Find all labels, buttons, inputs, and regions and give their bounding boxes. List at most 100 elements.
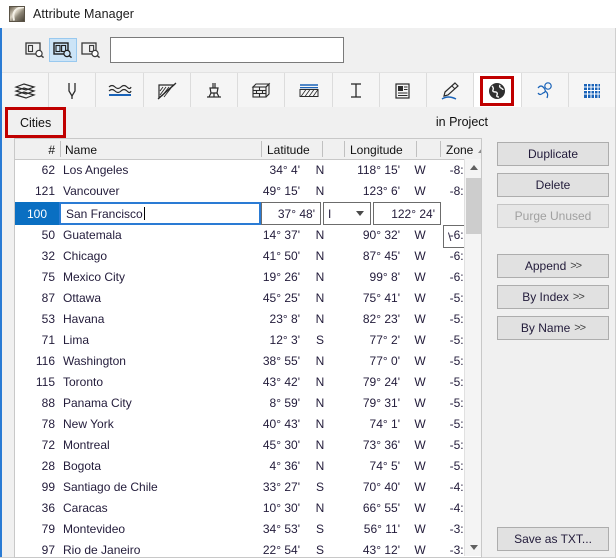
- table-row[interactable]: 116Washington38° 55'N77° 0'W-5:00: [15, 351, 481, 372]
- sort-ascending-icon: [478, 147, 481, 153]
- column-header-name[interactable]: Name: [65, 141, 97, 159]
- table-row[interactable]: 97Rio de Janeiro22° 54'S43° 12'W-3:00: [15, 540, 481, 557]
- latitude-edit-input[interactable]: 37° 48': [261, 202, 321, 225]
- table-row-editing[interactable]: 100San Francisco37° 48'I122° 24'\(...a: [15, 202, 481, 248]
- cell-longitude-hemisphere: W: [414, 417, 426, 431]
- tab-strip: Cities in Project: [2, 107, 615, 138]
- cell-latitude-hemisphere: N: [315, 249, 325, 263]
- cell-index: 28: [41, 459, 55, 473]
- cell-index: 36: [41, 501, 55, 515]
- cell-longitude-hemisphere: W: [414, 163, 426, 177]
- grid-icon[interactable]: [569, 73, 615, 108]
- search-right-pane-icon[interactable]: [77, 38, 105, 62]
- by-index-button[interactable]: By Index >>: [497, 285, 609, 309]
- table-row[interactable]: 78New York40° 43'N74° 1'W-5:00: [15, 414, 481, 435]
- table-row[interactable]: 71Lima12° 3'S77° 2'W-5:00: [15, 330, 481, 351]
- column-header-index[interactable]: #: [23, 141, 55, 159]
- scroll-up-button[interactable]: [465, 159, 481, 176]
- table-row[interactable]: 87Ottawa45° 25'N75° 41'W-5:00: [15, 288, 481, 309]
- table-row[interactable]: 28Bogota4° 36'N74° 5'W-5:00: [15, 456, 481, 477]
- cell-longitude: 75° 41': [362, 291, 400, 305]
- by-index-button-label: By Index: [522, 290, 569, 304]
- cell-name: Mexico City: [63, 270, 126, 284]
- text-caret: [143, 207, 145, 220]
- markup-styles-icon[interactable]: [427, 73, 475, 108]
- search-input[interactable]: [110, 37, 344, 63]
- cell-latitude: 43° 42': [262, 375, 300, 389]
- globe-cities-icon[interactable]: [474, 73, 522, 108]
- cell-name: Rio de Janeiro: [63, 543, 141, 557]
- cell-latitude: 14° 37': [262, 228, 300, 242]
- cell-latitude: 12° 3': [269, 333, 300, 347]
- duplicate-button[interactable]: Duplicate: [497, 142, 609, 166]
- profiles-icon[interactable]: [333, 73, 380, 108]
- cell-latitude: 22° 54': [262, 543, 300, 557]
- cell-latitude: 23° 8': [269, 312, 300, 326]
- cell-latitude-hemisphere: N: [315, 417, 325, 431]
- cell-latitude: 4° 36': [269, 459, 300, 473]
- cell-latitude-hemisphere: N: [315, 184, 325, 198]
- cell-index: 115: [35, 375, 55, 389]
- table-row[interactable]: 75Mexico City19° 26'N99° 8'W-6:00: [15, 267, 481, 288]
- cell-latitude: 45° 30': [262, 438, 300, 452]
- zones-icon[interactable]: [380, 73, 428, 108]
- table-row[interactable]: 72Montreal45° 30'N73° 36'W-5:00: [15, 435, 481, 456]
- chevron-down-icon: [469, 545, 478, 550]
- table-row[interactable]: 79Montevideo34° 53'S56° 11'W-3:00: [15, 519, 481, 540]
- search-both-panes-icon[interactable]: [49, 38, 77, 62]
- cell-index: 116: [35, 354, 55, 368]
- longitude-edit-input[interactable]: 122° 24': [373, 202, 441, 225]
- save-as-txt-button[interactable]: Save as TXT...: [497, 527, 609, 551]
- cell-name: Montreal: [63, 438, 110, 452]
- cell-latitude: 49° 15': [262, 184, 300, 198]
- latitude-hemisphere-select[interactable]: I: [323, 202, 371, 225]
- cell-latitude: 45° 25': [262, 291, 300, 305]
- table-row[interactable]: 99Santiago de Chile33° 27'S70° 40'W-4:00: [15, 477, 481, 498]
- table-row[interactable]: 121Vancouver49° 15'N123° 6'W-8:00: [15, 181, 481, 202]
- table-row[interactable]: 32Chicago41° 50'N87° 45'W-6:00: [15, 246, 481, 267]
- table-row[interactable]: 115Toronto43° 42'N79° 24'W-5:00: [15, 372, 481, 393]
- delete-button[interactable]: Delete: [497, 173, 609, 197]
- mep-systems-icon[interactable]: [522, 73, 569, 108]
- building-materials-icon[interactable]: [238, 73, 286, 108]
- cell-longitude-hemisphere: W: [414, 228, 426, 242]
- cell-latitude-hemisphere: N: [315, 312, 325, 326]
- cell-longitude: 79° 31': [362, 396, 400, 410]
- append-button-label: Append: [524, 259, 567, 273]
- append-button[interactable]: Append >>: [497, 254, 609, 278]
- cell-latitude-hemisphere: N: [315, 163, 325, 177]
- cell-longitude-hemisphere: W: [414, 396, 426, 410]
- table-row[interactable]: 36Caracas10° 30'N66° 55'W-4:00: [15, 498, 481, 519]
- scroll-down-button[interactable]: [465, 539, 481, 556]
- cell-longitude: 123° 6': [362, 184, 400, 198]
- surfaces-icon[interactable]: [191, 73, 239, 108]
- cell-name: Montevideo: [63, 522, 126, 536]
- by-name-button[interactable]: By Name >>: [497, 316, 609, 340]
- column-header-latitude[interactable]: Latitude: [267, 141, 310, 159]
- line-types-icon[interactable]: [96, 73, 144, 108]
- header-divider: [261, 141, 262, 157]
- column-header-zone[interactable]: Zone: [446, 141, 481, 159]
- fills-icon[interactable]: [144, 73, 191, 108]
- cell-longitude-hemisphere: W: [414, 270, 426, 284]
- cell-name: New York: [63, 417, 114, 431]
- cell-longitude: 99° 8': [369, 270, 400, 284]
- table-row[interactable]: 88Panama City8° 59'N79° 31'W-5:00: [15, 393, 481, 414]
- header-divider: [416, 141, 417, 157]
- composites-icon[interactable]: [285, 73, 333, 108]
- layers-icon[interactable]: [2, 73, 50, 108]
- table-row[interactable]: 50Guatemala14° 37'N90° 32'W-6:00: [15, 225, 481, 246]
- search-left-pane-icon[interactable]: [21, 38, 49, 62]
- cell-latitude: 19° 26': [262, 270, 300, 284]
- cell-index: 32: [41, 249, 55, 263]
- title-bar: Attribute Manager: [0, 0, 616, 28]
- cell-longitude: 77° 0': [369, 354, 400, 368]
- table-row[interactable]: 53Havana23° 8'N82° 23'W-5:00: [15, 309, 481, 330]
- name-edit-input[interactable]: San Francisco: [59, 202, 261, 225]
- pen-icon[interactable]: [49, 73, 97, 108]
- table-row[interactable]: 62Los Angeles34° 4'N118° 15'W-8:00: [15, 160, 481, 181]
- scrollbar-thumb[interactable]: [466, 178, 481, 234]
- column-header-longitude[interactable]: Longitude: [350, 141, 403, 159]
- cell-latitude: 8° 59': [269, 396, 300, 410]
- table-vertical-scrollbar[interactable]: [464, 159, 481, 556]
